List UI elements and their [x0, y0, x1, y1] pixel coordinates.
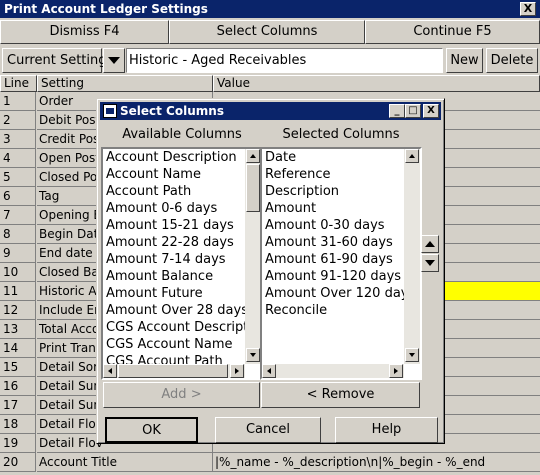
minimize-icon[interactable]: _	[389, 104, 405, 118]
close-icon[interactable]: X	[520, 2, 536, 16]
cancel-button[interactable]: Cancel	[215, 417, 321, 443]
row-number: 18	[0, 415, 36, 434]
available-vertical-scrollbar[interactable]	[245, 149, 261, 364]
available-columns-list[interactable]: Account Description Account Name Account P…	[101, 147, 263, 380]
list-item[interactable]: CGS Account Description	[103, 319, 245, 336]
row-number: 15	[0, 358, 36, 377]
list-item[interactable]: Amount 0-6 days	[103, 200, 245, 217]
selected-horizontal-scrollbar[interactable]	[262, 364, 404, 378]
row-number: 13	[0, 320, 36, 339]
selected-columns-list[interactable]: Date Reference Description Amount Amount 0-3…	[260, 147, 422, 380]
row-number: 5	[0, 168, 36, 187]
row-number: 19	[0, 434, 36, 453]
row-number: 8	[0, 225, 36, 244]
scroll-left-icon[interactable]	[262, 364, 276, 378]
row-number: 11	[0, 282, 36, 301]
scroll-down-icon[interactable]	[246, 348, 260, 362]
list-item[interactable]: Amount	[262, 200, 404, 217]
row-number: 9	[0, 244, 36, 263]
column-header-setting[interactable]: Setting	[37, 75, 213, 92]
list-item[interactable]: Account Path	[103, 183, 245, 200]
column-header-line[interactable]: Line	[0, 75, 37, 92]
maximize-icon[interactable]: □	[405, 104, 421, 118]
list-item[interactable]: Description	[262, 183, 404, 200]
row-number: 1	[0, 92, 36, 111]
available-columns-header: Available Columns	[122, 127, 242, 142]
row-number: 6	[0, 187, 36, 206]
list-item[interactable]: Amount Balance	[103, 268, 245, 285]
window-title: Print Account Ledger Settings	[4, 2, 208, 16]
available-horizontal-scrollbar[interactable]	[103, 364, 245, 378]
select-columns-button[interactable]: Select Columns	[169, 20, 365, 44]
scroll-thumb[interactable]	[246, 164, 260, 212]
select-columns-dialog: Select Columns _ □ X Available Columns S…	[96, 98, 445, 444]
list-item[interactable]: Amount 0-30 days	[262, 217, 404, 234]
selected-vertical-scrollbar[interactable]	[404, 149, 420, 364]
scroll-down-icon[interactable]	[405, 348, 419, 362]
window-title-bar: Print Account Ledger Settings X	[0, 0, 540, 18]
list-item[interactable]: Date	[262, 149, 404, 166]
scroll-right-icon[interactable]	[389, 364, 403, 378]
scroll-right-icon[interactable]	[230, 364, 244, 378]
new-button[interactable]: New	[446, 48, 483, 73]
list-item[interactable]: Account Name	[103, 166, 245, 183]
row-number: 7	[0, 206, 36, 225]
list-item[interactable]: Amount 31-60 days	[262, 234, 404, 251]
list-item[interactable]: CGS Account Name	[103, 336, 245, 353]
list-item[interactable]: Amount 91-120 days	[262, 268, 404, 285]
scroll-thumb[interactable]	[118, 364, 228, 378]
row-number: 12	[0, 301, 36, 320]
list-item[interactable]: Amount 61-90 days	[262, 251, 404, 268]
dialog-title-bar: Select Columns _ □ X	[100, 102, 441, 120]
continue-button[interactable]: Continue F5	[365, 20, 540, 44]
column-header-value[interactable]: Value	[213, 75, 540, 92]
add-button[interactable]: Add >	[103, 382, 260, 408]
table-row[interactable]: 20 Account Title |%_name - %_description\n…	[0, 453, 540, 472]
list-item[interactable]: Amount Over 120 days	[262, 285, 404, 302]
row-number: 20	[0, 453, 36, 472]
settings-name-field[interactable]: Historic - Aged Receivables	[126, 48, 443, 73]
row-number: 4	[0, 149, 36, 168]
row-number: 10	[0, 263, 36, 282]
row-number: 16	[0, 377, 36, 396]
help-button[interactable]: Help	[335, 417, 438, 443]
list-item[interactable]: Amount 15-21 days	[103, 217, 245, 234]
list-item[interactable]: Account Description	[103, 149, 245, 166]
dismiss-button[interactable]: Dismiss F4	[0, 20, 169, 44]
list-item[interactable]: Reconcile	[262, 302, 404, 319]
close-icon[interactable]: X	[423, 104, 439, 118]
selected-columns-header: Selected Columns	[282, 127, 400, 142]
scroll-up-icon[interactable]	[405, 149, 419, 163]
arrow-down-icon	[425, 260, 435, 266]
list-item[interactable]: Amount Future	[103, 285, 245, 302]
move-up-button[interactable]	[421, 235, 439, 253]
row-number: 14	[0, 339, 36, 358]
row-number: 17	[0, 396, 36, 415]
row-value[interactable]: |%_name - %_description\n|%_begin - %_en…	[213, 453, 540, 472]
move-down-button[interactable]	[421, 254, 439, 272]
app-icon	[103, 104, 117, 118]
arrow-up-icon	[425, 241, 435, 247]
ok-button[interactable]: OK	[105, 417, 198, 443]
list-item[interactable]: Amount 22-28 days	[103, 234, 245, 251]
list-item[interactable]: Amount 7-14 days	[103, 251, 245, 268]
current-settings-label: Current Settings	[2, 48, 113, 73]
row-number: 2	[0, 111, 36, 130]
scroll-up-icon[interactable]	[246, 149, 260, 163]
delete-button[interactable]: Delete	[486, 48, 538, 73]
scroll-left-icon[interactable]	[103, 364, 117, 378]
chevron-down-icon	[108, 57, 120, 64]
row-number: 3	[0, 130, 36, 149]
remove-button[interactable]: < Remove	[261, 382, 420, 408]
list-item[interactable]: Reference	[262, 166, 404, 183]
dialog-title: Select Columns	[120, 104, 224, 118]
settings-dropdown-button[interactable]	[103, 48, 125, 73]
list-item[interactable]: Amount Over 28 days	[103, 302, 245, 319]
row-setting[interactable]: Account Title	[37, 453, 213, 472]
